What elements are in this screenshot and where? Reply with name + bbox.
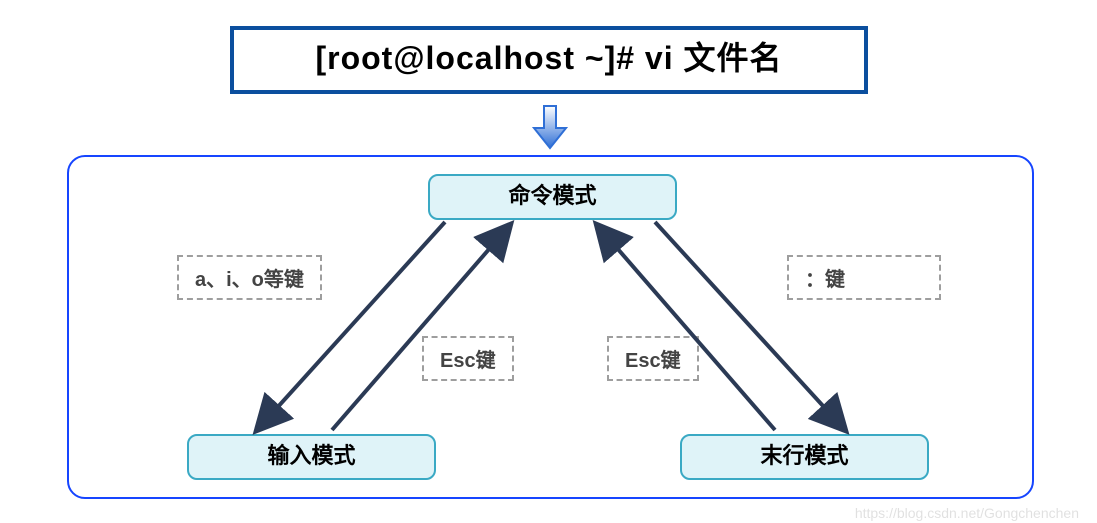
command-title-box: [root@localhost ~]# vi 文件名 — [230, 26, 868, 94]
mode-insert-box: 输入模式 — [187, 434, 436, 480]
mode-command-label: 命令模式 — [508, 183, 596, 208]
mode-command-box: 命令模式 — [428, 174, 677, 220]
key-esc-right-text: Esc键 — [625, 350, 681, 372]
down-arrow-icon — [530, 104, 570, 152]
key-enter-insert-text: a、i、o等键 — [195, 269, 304, 291]
key-esc-left-text: Esc键 — [440, 350, 496, 372]
key-esc-left: Esc键 — [422, 336, 514, 381]
key-esc-right: Esc键 — [607, 336, 699, 381]
mode-insert-label: 输入模式 — [267, 443, 355, 468]
command-title-text: [root@localhost ~]# vi 文件名 — [315, 40, 782, 76]
mode-lastline-label: 末行模式 — [760, 443, 848, 468]
mode-lastline-box: 末行模式 — [680, 434, 929, 480]
watermark-text: https://blog.csdn.net/Gongchenchen — [855, 505, 1079, 521]
key-enter-lastline-text: ：键 — [805, 269, 845, 291]
diagram-stage: [root@localhost ~]# vi 文件名 命令模式 输入模式 末行模… — [0, 0, 1097, 523]
key-enter-lastline: ：键 — [787, 255, 941, 300]
key-enter-insert: a、i、o等键 — [177, 255, 322, 300]
